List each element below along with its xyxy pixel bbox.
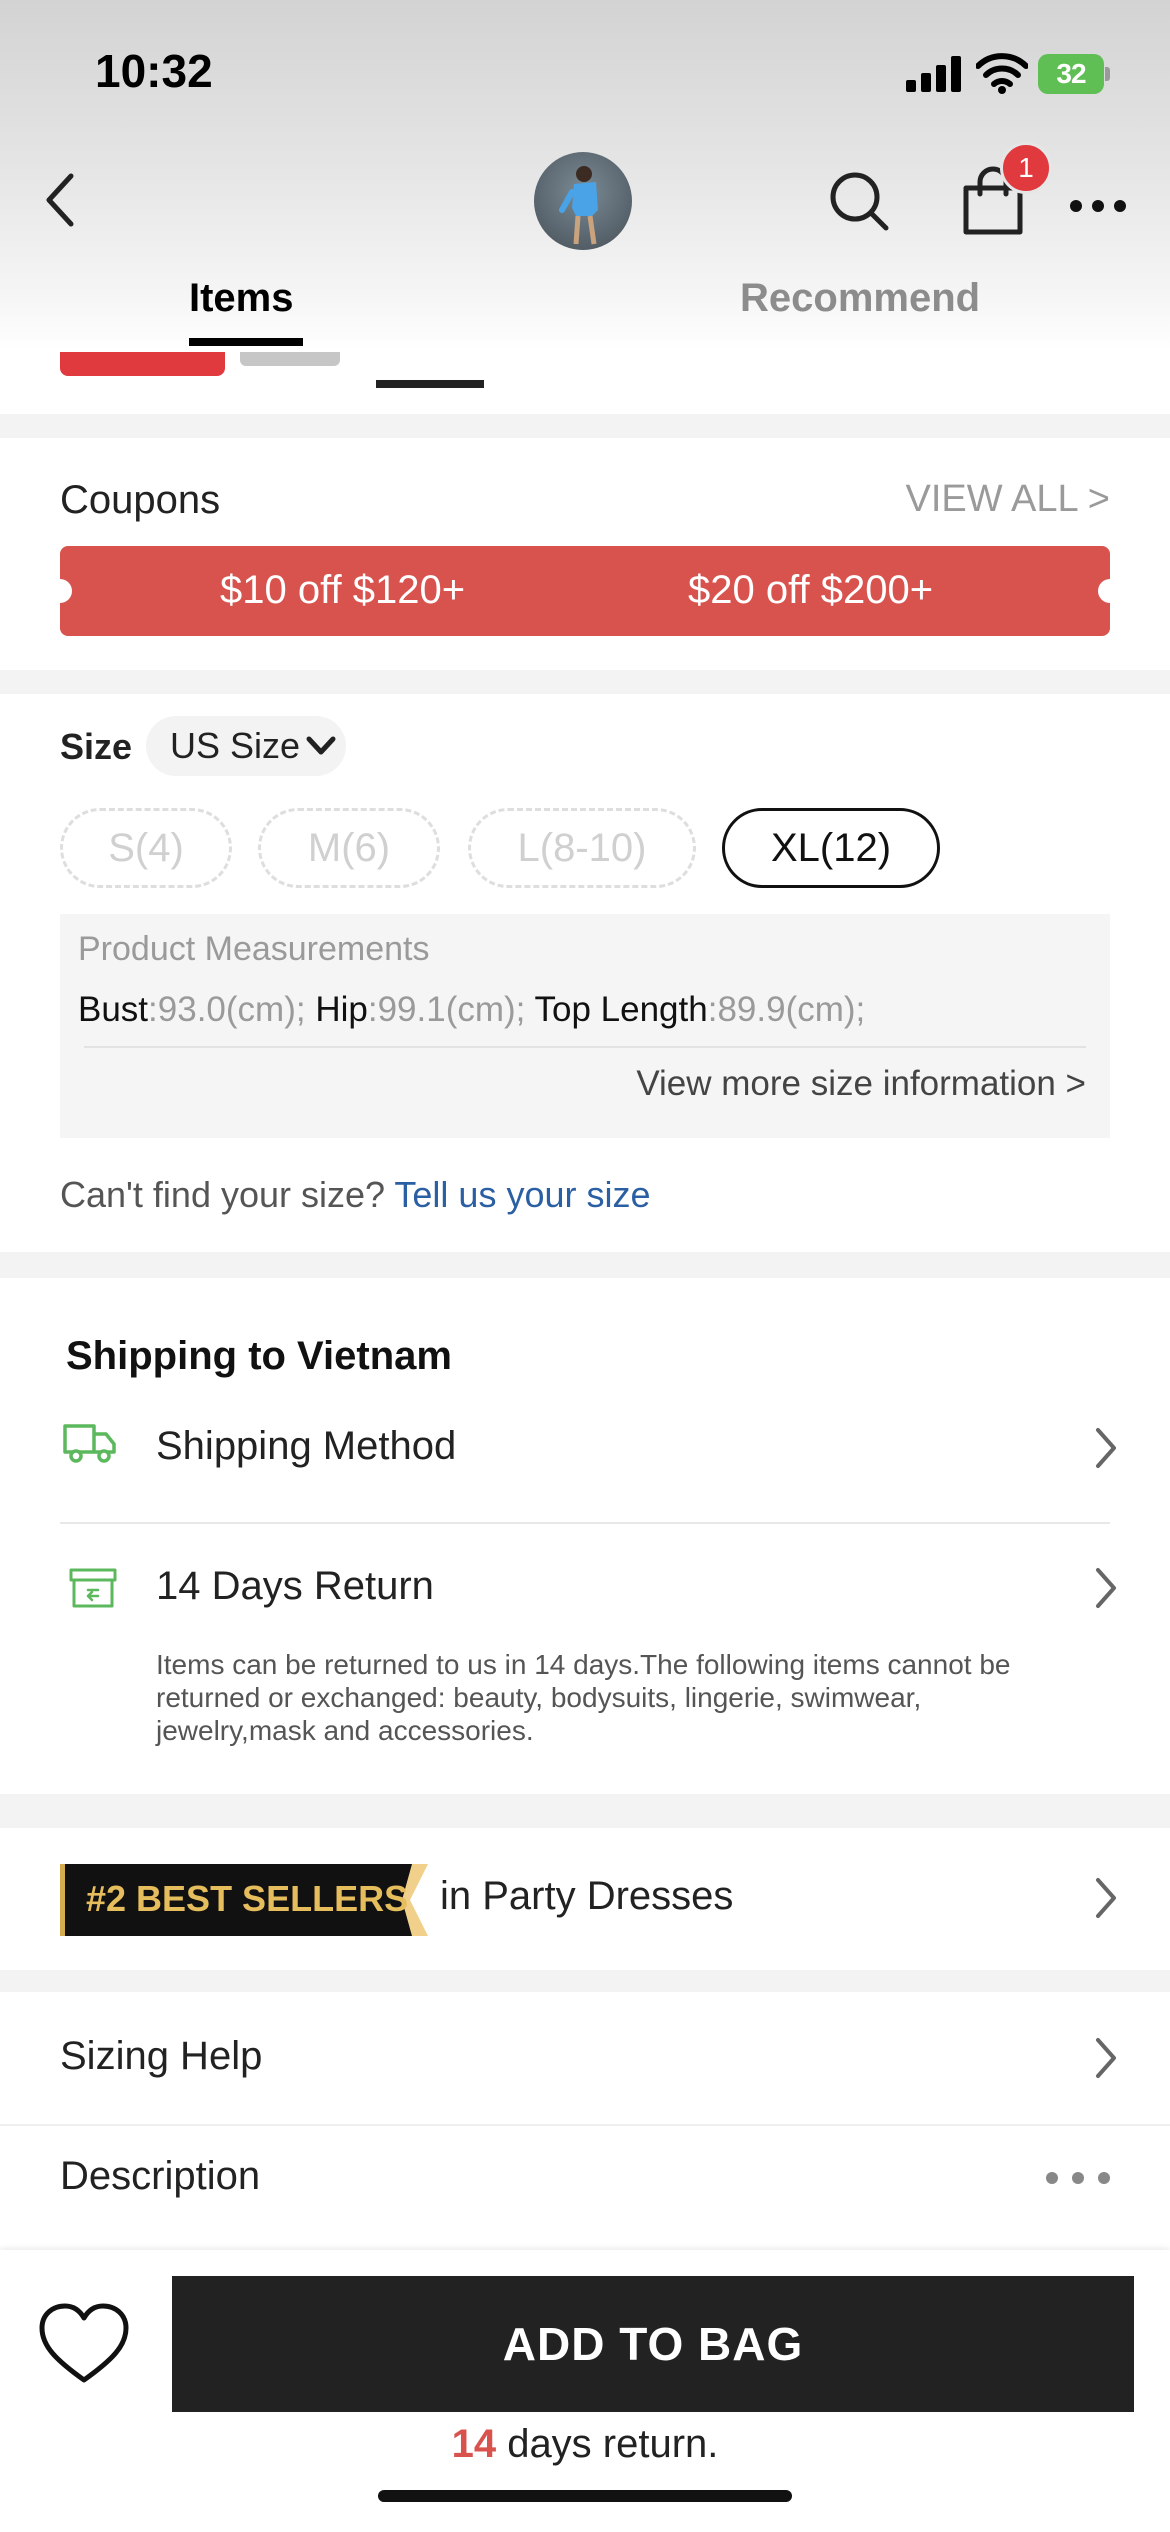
price-row-partial bbox=[0, 352, 1170, 392]
more-dots-icon bbox=[1046, 2172, 1110, 2186]
section-divider bbox=[0, 1970, 1170, 1992]
measure-bust-key: Bust bbox=[78, 990, 149, 1029]
coupons-view-all-link[interactable]: VIEW ALL > bbox=[905, 478, 1110, 521]
view-more-size-info-link[interactable]: View more size information > bbox=[636, 1064, 1086, 1104]
chevron-left-icon bbox=[46, 173, 74, 227]
best-sellers-rank: #2 BEST SELLERS bbox=[86, 1878, 409, 1919]
size-option-s[interactable]: S(4) bbox=[60, 808, 232, 888]
size-option-xl[interactable]: XL(12) bbox=[722, 808, 940, 888]
coupon-20-off[interactable]: $20 off $200+ bbox=[688, 568, 933, 613]
sale-price-partial bbox=[60, 352, 225, 376]
coupons-title: Coupons bbox=[60, 478, 221, 522]
size-system-value: US Size bbox=[170, 725, 301, 766]
tab-recommend[interactable]: Recommend bbox=[740, 276, 980, 321]
best-sellers-category: in Party Dresses bbox=[440, 1874, 734, 1918]
delivery-truck-icon bbox=[63, 1424, 116, 1463]
chevron-down-icon bbox=[306, 736, 336, 755]
heart-wishlist-icon[interactable] bbox=[36, 2300, 132, 2388]
product-measurements-box: Product Measurements Bust:93.0(cm); Hip:… bbox=[60, 914, 1110, 1138]
return-box-icon bbox=[69, 1568, 117, 1608]
section-divider bbox=[0, 670, 1170, 694]
original-price-partial bbox=[240, 352, 340, 366]
measurements-divider bbox=[84, 1046, 1086, 1048]
active-tab-indicator bbox=[189, 338, 303, 346]
chevron-right-icon bbox=[1096, 1428, 1116, 1468]
search-icon[interactable] bbox=[828, 170, 890, 232]
status-time: 10:32 bbox=[95, 45, 213, 97]
tab-items[interactable]: Items bbox=[189, 276, 294, 321]
return-policy-description: Items can be returned to us in 14 days.T… bbox=[156, 1649, 1011, 1746]
tell-us-your-size-link[interactable]: Tell us your size bbox=[394, 1174, 650, 1215]
chevron-right-icon bbox=[1096, 1878, 1116, 1918]
back-button[interactable] bbox=[30, 170, 90, 230]
color-swatch-partial bbox=[376, 380, 484, 388]
cant-find-size-row: Can't find your size? Tell us your size bbox=[60, 1174, 651, 1216]
shipping-method-label: Shipping Method bbox=[156, 1424, 457, 1468]
section-divider bbox=[0, 1252, 1170, 1278]
row-divider bbox=[60, 1522, 1110, 1524]
shipping-title: Shipping to Vietnam bbox=[66, 1334, 452, 1378]
more-options-icon[interactable] bbox=[1068, 196, 1128, 216]
measure-length-value: :89.9(cm); bbox=[707, 990, 866, 1029]
sizing-help-label: Sizing Help bbox=[60, 2034, 263, 2078]
top-header: 10:32 32 1 Items Recommend bbox=[0, 0, 1170, 352]
size-option-m[interactable]: M(6) bbox=[258, 808, 440, 888]
section-divider bbox=[0, 414, 1170, 438]
cant-find-size-text: Can't find your size? bbox=[60, 1174, 386, 1215]
size-label: Size bbox=[60, 726, 133, 767]
size-system-dropdown[interactable]: US Size bbox=[146, 716, 346, 776]
battery-icon: 32 bbox=[1038, 54, 1110, 94]
add-to-bag-button[interactable]: ADD TO BAG bbox=[172, 2276, 1134, 2412]
product-thumbnail-avatar[interactable] bbox=[534, 152, 632, 250]
return-days-text: days return. bbox=[496, 2422, 719, 2466]
measure-length-key: Top Length bbox=[534, 990, 708, 1029]
best-sellers-badge: #2 BEST SELLERS bbox=[60, 1864, 432, 1936]
wifi-icon bbox=[976, 53, 1028, 94]
cellular-signal-icon bbox=[906, 56, 962, 92]
size-option-l[interactable]: L(8-10) bbox=[468, 808, 696, 888]
row-divider bbox=[0, 2124, 1170, 2126]
battery-level: 32 bbox=[1038, 54, 1104, 94]
measure-hip-value: :99.1(cm); bbox=[367, 990, 526, 1029]
measure-hip-key: Hip bbox=[315, 990, 368, 1029]
measure-bust-value: :93.0(cm); bbox=[148, 990, 306, 1029]
description-label: Description bbox=[60, 2154, 261, 2198]
chevron-right-icon bbox=[1096, 1568, 1116, 1608]
return-policy-label: 14 Days Return bbox=[156, 1564, 434, 1608]
section-divider bbox=[0, 1794, 1170, 1828]
home-indicator bbox=[378, 2490, 792, 2502]
return-days-number: 14 bbox=[451, 2422, 497, 2466]
return-note: 14 days return. bbox=[0, 2422, 1170, 2467]
coupon-10-off[interactable]: $10 off $120+ bbox=[220, 568, 465, 613]
chevron-right-icon bbox=[1096, 2038, 1116, 2078]
measurements-values: Bust:93.0(cm); Hip:99.1(cm); Top Length:… bbox=[78, 990, 865, 1030]
dress-model-image bbox=[559, 166, 598, 245]
measurements-title: Product Measurements bbox=[78, 930, 430, 968]
coupon-strip[interactable]: $10 off $120+ $20 off $200+ bbox=[48, 546, 1122, 636]
cart-count-badge: 1 bbox=[1000, 142, 1052, 194]
